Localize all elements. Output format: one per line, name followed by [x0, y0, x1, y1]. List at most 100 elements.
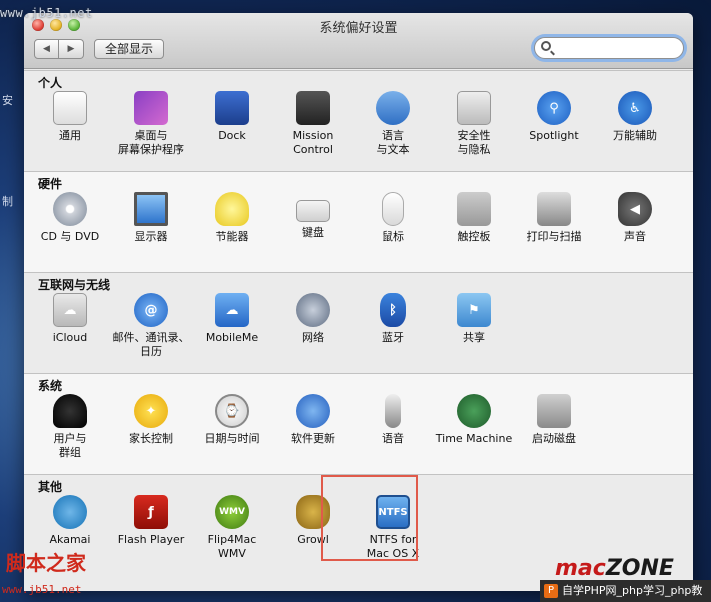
pref-item-label: iCloud — [52, 331, 88, 344]
nav-buttons: ◀ ▶ — [34, 39, 84, 59]
pref-item-label: 语音 — [382, 432, 404, 445]
pref-item-desktop-screensaver[interactable]: 桌面与 屏幕保护程序 — [111, 91, 191, 157]
pref-item-label: 用户与 群组 — [53, 432, 87, 459]
forward-arrow-icon: ▶ — [67, 44, 75, 54]
language-text-icon — [376, 91, 410, 125]
pref-item-print-scan[interactable]: 打印与扫描 — [514, 192, 594, 244]
pref-item-label: 启动磁盘 — [532, 432, 576, 445]
time-machine-icon — [457, 394, 491, 428]
pref-item-flash-player[interactable]: ƒ Flash Player — [111, 495, 191, 547]
pref-item-dock[interactable]: Dock — [192, 91, 272, 143]
pref-item-label: Dock — [218, 129, 246, 142]
maczone-logo: macZONE — [555, 556, 674, 581]
section-title: 硬件 — [38, 177, 63, 191]
pref-item-label: CD 与 DVD — [40, 230, 100, 243]
pref-item-label: 打印与扫描 — [526, 230, 582, 243]
watermark-top: www.jb51.net — [0, 6, 93, 20]
pref-item-sharing[interactable]: ⚑ 共享 — [434, 293, 514, 345]
pref-item-sound[interactable]: ◀ 声音 — [595, 192, 675, 244]
desktop-side-text-2: 制 — [2, 195, 13, 208]
pref-item-label: 日期与时间 — [204, 432, 260, 445]
pref-item-flip4mac[interactable]: WMV Flip4Mac WMV — [192, 495, 272, 561]
pref-item-label: 节能器 — [215, 230, 249, 243]
pref-item-trackpad[interactable]: 触控板 — [434, 192, 514, 244]
pref-item-startup-disk[interactable]: 启动磁盘 — [514, 394, 594, 446]
search-input[interactable] — [557, 40, 677, 56]
pref-item-security-privacy[interactable]: 安全性 与隐私 — [434, 91, 514, 157]
pref-item-label: 家长控制 — [129, 432, 173, 445]
pref-item-label: Akamai — [49, 533, 91, 546]
universal-access-icon: ♿ — [618, 91, 652, 125]
php-badge: P 自学PHP网_php学习_php教 — [540, 580, 711, 602]
pref-item-language-text[interactable]: 语言 与文本 — [353, 91, 433, 157]
dock-icon — [215, 91, 249, 125]
pref-item-label: Flash Player — [117, 533, 185, 546]
forward-button[interactable]: ▶ — [59, 39, 84, 59]
pref-item-label: MobileMe — [205, 331, 259, 344]
pref-item-mouse[interactable]: 鼠标 — [353, 192, 433, 244]
back-button[interactable]: ◀ — [34, 39, 59, 59]
section-separator — [24, 70, 693, 71]
pref-item-label: Mission Control — [292, 129, 334, 156]
section-separator — [24, 272, 693, 273]
pref-item-label: 邮件、通讯录、 日历 — [112, 331, 190, 358]
search-field[interactable] — [534, 37, 684, 59]
pref-item-keyboard[interactable]: 键盘 — [273, 192, 353, 240]
pref-item-cd-dvd[interactable]: CD 与 DVD — [30, 192, 110, 244]
pref-item-speech[interactable]: 语音 — [353, 394, 433, 446]
watermark-bottom-left: 脚本之家 — [6, 551, 86, 575]
desktop-screensaver-icon — [134, 91, 168, 125]
pref-item-time-machine[interactable]: Time Machine — [434, 394, 514, 446]
pref-item-icloud[interactable]: ☁ iCloud — [30, 293, 110, 345]
maczone-zone: ZONE — [605, 556, 674, 581]
pref-item-general[interactable]: 通用 — [30, 91, 110, 143]
pref-item-mission-control[interactable]: Mission Control — [273, 91, 353, 157]
php-badge-text: 自学PHP网_php学习_php教 — [562, 584, 703, 597]
cd-dvd-icon — [53, 192, 87, 226]
mail-contacts-calendar-icon: @ — [134, 293, 168, 327]
users-groups-icon — [53, 394, 87, 428]
pref-item-label: 共享 — [463, 331, 485, 344]
pref-item-date-time[interactable]: ⌚ 日期与时间 — [192, 394, 272, 446]
section-2: 互联网与无线 ☁ iCloud @ 邮件、通讯录、 日历 ☁ MobileMe 网络 ᛒ 蓝牙 ⚑ 共… — [24, 272, 693, 373]
print-scan-icon — [537, 192, 571, 226]
pref-item-mail-contacts-calendar[interactable]: @ 邮件、通讯录、 日历 — [111, 293, 191, 359]
general-icon — [53, 91, 87, 125]
section-title: 个人 — [38, 76, 63, 90]
pref-item-label: 触控板 — [457, 230, 491, 243]
network-icon — [296, 293, 330, 327]
section-title: 系统 — [38, 379, 63, 393]
akamai-icon — [53, 495, 87, 529]
pref-item-universal-access[interactable]: ♿ 万能辅助 — [595, 91, 675, 143]
sharing-icon: ⚑ — [457, 293, 491, 327]
maczone-mac: mac — [555, 556, 606, 581]
pref-item-label: 蓝牙 — [382, 331, 404, 344]
pref-item-label: 安全性 与隐私 — [457, 129, 491, 156]
pref-item-parental-controls[interactable]: ✦ 家长控制 — [111, 394, 191, 446]
pref-item-label: Time Machine — [435, 432, 513, 445]
pref-item-displays[interactable]: 显示器 — [111, 192, 191, 244]
date-time-icon: ⌚ — [215, 394, 249, 428]
pref-item-energy-saver[interactable]: 节能器 — [192, 192, 272, 244]
keyboard-icon — [296, 200, 330, 222]
pref-item-label: Spotlight — [529, 129, 579, 142]
speech-icon — [385, 394, 401, 428]
pref-item-spotlight[interactable]: ⚲ Spotlight — [514, 91, 594, 143]
pref-item-mobileme[interactable]: ☁ MobileMe — [192, 293, 272, 345]
pref-item-akamai[interactable]: Akamai — [30, 495, 110, 547]
sound-icon: ◀ — [618, 192, 652, 226]
pref-item-label: 语言 与文本 — [376, 129, 410, 156]
security-privacy-icon — [457, 91, 491, 125]
pref-item-label: 软件更新 — [291, 432, 335, 445]
show-all-button[interactable]: 全部显示 — [94, 39, 165, 59]
bluetooth-icon: ᛒ — [380, 293, 406, 327]
section-1: 硬件 CD 与 DVD 显示器 节能器 键盘 鼠标 触控板 打印与扫描 ◀ 声音 — [24, 171, 693, 272]
pref-item-label: 声音 — [624, 230, 646, 243]
pref-item-bluetooth[interactable]: ᛒ 蓝牙 — [353, 293, 433, 345]
back-arrow-icon: ◀ — [43, 44, 50, 54]
pref-item-software-update[interactable]: 软件更新 — [273, 394, 353, 446]
pref-item-label: 鼠标 — [382, 230, 404, 243]
pref-item-network[interactable]: 网络 — [273, 293, 353, 345]
pref-item-users-groups[interactable]: 用户与 群组 — [30, 394, 110, 460]
flip4mac-icon: WMV — [215, 495, 249, 529]
